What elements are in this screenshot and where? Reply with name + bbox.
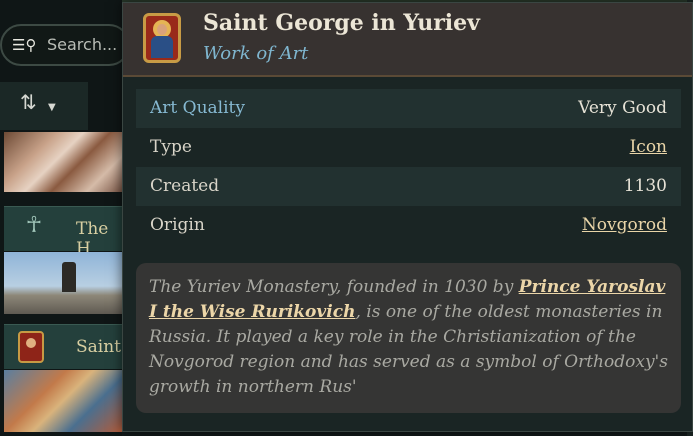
description-text-start: The Yuriev Monastery, founded in 1030 by xyxy=(149,277,519,297)
attribute-row: Type Icon xyxy=(136,128,681,167)
list-item-title: Saint xyxy=(76,337,121,357)
attribute-label: Art Quality xyxy=(150,98,245,118)
attribute-label: Created xyxy=(150,176,220,196)
attribute-table: Art Quality Very Good Type Icon Created … xyxy=(136,89,681,245)
attribute-row: Origin Novgorod xyxy=(136,206,681,245)
list-item[interactable]: Saint xyxy=(4,324,122,369)
sort-button[interactable]: ⇅ ▼ xyxy=(0,82,88,130)
statue-image xyxy=(62,262,76,292)
artwork-tooltip: Saint George in Yuriev Work of Art Art Q… xyxy=(122,2,693,432)
description-box: The Yuriev Monastery, founded in 1030 by… xyxy=(136,263,681,413)
search-input[interactable]: Search... xyxy=(47,35,117,54)
attribute-value: 1130 xyxy=(623,176,667,196)
attribute-row: Created 1130 xyxy=(136,167,681,206)
attribute-row: Art Quality Very Good xyxy=(136,89,681,128)
tooltip-title: Saint George in Yuriev xyxy=(203,10,480,36)
list-item-image[interactable] xyxy=(4,132,122,192)
list-item-image[interactable] xyxy=(4,252,122,314)
list-item[interactable]: ☥ The H xyxy=(4,206,122,259)
chevron-down-icon: ▼ xyxy=(48,102,56,113)
search-box[interactable]: ☰⚲ Search... xyxy=(0,24,130,66)
tooltip-header: Saint George in Yuriev Work of Art xyxy=(123,3,692,77)
description-text: The Yuriev Monastery, founded in 1030 by… xyxy=(149,275,669,400)
attribute-value: Very Good xyxy=(578,98,667,118)
tooltip-subtitle: Work of Art xyxy=(203,43,309,64)
attribute-label: Type xyxy=(150,137,192,157)
sort-az-icon: ⇅ xyxy=(20,90,37,114)
icon-artwork-icon xyxy=(143,13,181,63)
list-item-image[interactable] xyxy=(4,370,122,432)
angel-icon: ☥ xyxy=(25,213,43,238)
attribute-link[interactable]: Novgorod xyxy=(582,215,667,235)
attribute-link[interactable]: Icon xyxy=(630,137,667,157)
attribute-label: Origin xyxy=(150,215,205,235)
search-icon[interactable]: ☰⚲ xyxy=(12,36,36,54)
icon-artwork-icon xyxy=(18,331,44,363)
